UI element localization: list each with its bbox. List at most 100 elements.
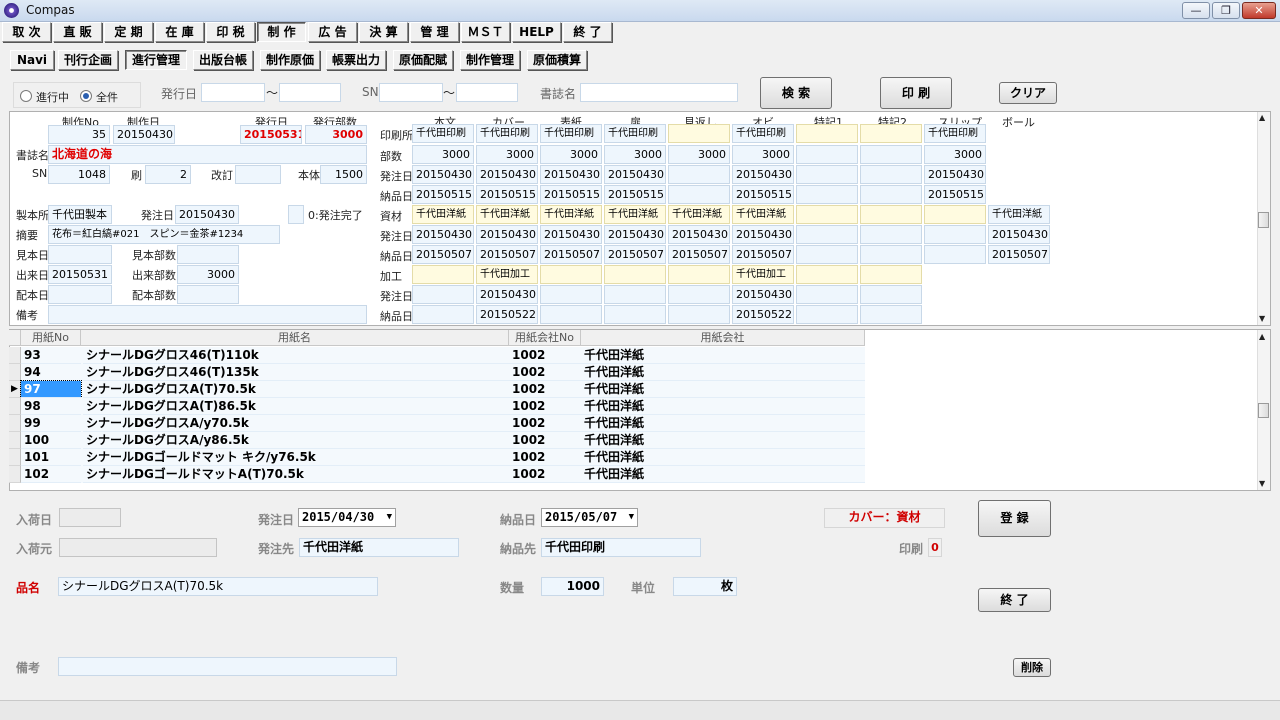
paper-no-cell[interactable]: 93 [21,347,81,364]
matrix-cell[interactable]: 3000 [604,145,666,164]
matrix-cell[interactable]: 千代田洋紙 [412,205,474,224]
register-button[interactable]: 登 録 [978,500,1051,537]
menu-inzei[interactable]: 印 税 [206,22,255,42]
paper-name-cell[interactable]: シナールDGゴールドマット キク/y76.5k [83,449,509,466]
matrix-cell[interactable] [540,285,602,304]
delivery-date-dropdown[interactable]: 2015/05/07 ▼ [541,508,638,527]
matrix-cell[interactable]: 20150515 [604,185,666,204]
paper-no-cell[interactable]: 102 [21,466,81,483]
paper-name-cell[interactable]: シナールDGゴールドマットA(T)70.5k [83,466,509,483]
matrix-cell[interactable] [796,305,858,324]
seisaku-date-field[interactable]: 20150430 [113,125,175,144]
row-selector[interactable]: ▶ [9,381,21,398]
matrix-cell[interactable]: 20150522 [732,305,794,324]
matrix-cell[interactable]: 3000 [732,145,794,164]
matrix-cell[interactable]: 千代田洋紙 [668,205,730,224]
matrix-cell[interactable]: 千代田洋紙 [540,205,602,224]
row-selector[interactable] [9,432,21,449]
company-cell[interactable]: 千代田洋紙 [581,398,865,415]
matrix-cell[interactable]: 20150430 [476,165,538,184]
binder-field[interactable]: 千代田製本 [48,205,112,224]
price-field[interactable]: 1500 [320,165,367,184]
matrix-cell[interactable]: 20150507 [476,245,538,264]
pubdate-from-input[interactable] [201,83,265,102]
menu-chokuhan[interactable]: 直 販 [53,22,102,42]
matrix-cell[interactable]: 20150507 [732,245,794,264]
close-button[interactable]: ✕ [1242,2,1276,19]
grid-scroll-up-icon[interactable]: ▲ [1259,332,1265,341]
bottom-note-field[interactable] [58,657,397,676]
order-to-field[interactable]: 千代田洋紙 [299,538,459,557]
row-selector[interactable] [9,347,21,364]
matrix-cell[interactable] [412,265,474,284]
matrix-cell[interactable]: 20150430 [604,225,666,244]
note-field[interactable] [48,305,367,324]
paper-no-cell[interactable]: 100 [21,432,81,449]
matrix-cell[interactable] [860,305,922,324]
matrix-cell[interactable] [540,305,602,324]
sn-to-input[interactable] [456,83,518,102]
paper-no-cell[interactable]: 97 [20,380,82,399]
print-button[interactable]: 印 刷 [880,77,952,109]
arrival-date-field[interactable] [59,508,121,527]
company-cell[interactable]: 千代田洋紙 [581,415,865,432]
menu-kanri[interactable]: 管 理 [410,22,459,42]
paper-no-cell[interactable]: 94 [21,364,81,381]
menu-kessan[interactable]: 決 算 [359,22,408,42]
grid-header-company-no[interactable]: 用紙会社No [509,330,581,346]
binder-order-field[interactable]: 20150430 [175,205,239,224]
matrix-cell[interactable] [796,285,858,304]
row-selector[interactable] [9,398,21,415]
paper-name-cell[interactable]: シナールDGグロスA/y70.5k [83,415,509,432]
matrix-cell[interactable]: 千代田加工 [476,265,538,284]
matrix-cell[interactable] [924,205,986,224]
company-no-cell[interactable]: 1002 [509,432,581,449]
matrix-cell[interactable] [604,265,666,284]
radio-in-progress[interactable] [20,90,32,102]
company-no-cell[interactable]: 1002 [509,415,581,432]
matrix-cell[interactable]: 20150507 [540,245,602,264]
delivery-to-field[interactable]: 千代田印刷 [541,538,701,557]
submenu-seisaku-genka[interactable]: 制作原価 [260,50,320,70]
paper-no-cell[interactable]: 101 [21,449,81,466]
submenu-shinkou-kanri[interactable]: 進行管理 [125,50,187,70]
matrix-cell[interactable]: 千代田洋紙 [476,205,538,224]
menu-exit[interactable]: 終 了 [563,22,612,42]
unit-field[interactable]: 枚 [673,577,737,596]
submenu-navi[interactable]: Navi [10,50,54,70]
matrix-cell[interactable]: 千代田洋紙 [604,205,666,224]
menu-teiki[interactable]: 定 期 [104,22,153,42]
matrix-cell[interactable] [668,185,730,204]
menu-koukoku[interactable]: 広 告 [308,22,357,42]
matrix-cell[interactable]: 20150515 [924,185,986,204]
matrix-cell[interactable]: 千代田洋紙 [988,205,1050,224]
matrix-cell[interactable]: 3000 [412,145,474,164]
matrix-cell[interactable] [668,265,730,284]
matrix-cell[interactable]: 千代田印刷 [540,124,602,143]
matrix-cell[interactable]: 千代田印刷 [412,124,474,143]
arrival-from-field[interactable] [59,538,217,557]
matrix-cell[interactable]: 3000 [668,145,730,164]
company-no-cell[interactable]: 1002 [509,466,581,483]
quantity-field[interactable]: 1000 [541,577,604,596]
matrix-cell[interactable]: 20150430 [732,225,794,244]
row-selector[interactable] [9,449,21,466]
scroll-down-icon[interactable]: ▼ [1259,314,1265,323]
matrix-cell[interactable]: 20150430 [540,165,602,184]
matrix-cell[interactable] [796,185,858,204]
search-button[interactable]: 検 索 [760,77,832,109]
matrix-cell[interactable]: 3000 [540,145,602,164]
matrix-cell[interactable]: 20150515 [732,185,794,204]
pubcount-field[interactable]: 3000 [305,125,367,144]
restore-button[interactable]: ❐ [1212,2,1240,19]
matrix-cell[interactable]: 20150430 [540,225,602,244]
matrix-cell[interactable] [604,305,666,324]
revision-field[interactable] [235,165,281,184]
matrix-cell[interactable] [860,145,922,164]
matrix-cell[interactable]: 3000 [476,145,538,164]
paper-name-cell[interactable]: シナールDGグロス46(T)110k [83,347,509,364]
menu-toritsugi[interactable]: 取 次 [2,22,51,42]
matrix-cell[interactable]: 20150515 [540,185,602,204]
matrix-cell[interactable] [796,145,858,164]
matrix-cell[interactable] [412,305,474,324]
